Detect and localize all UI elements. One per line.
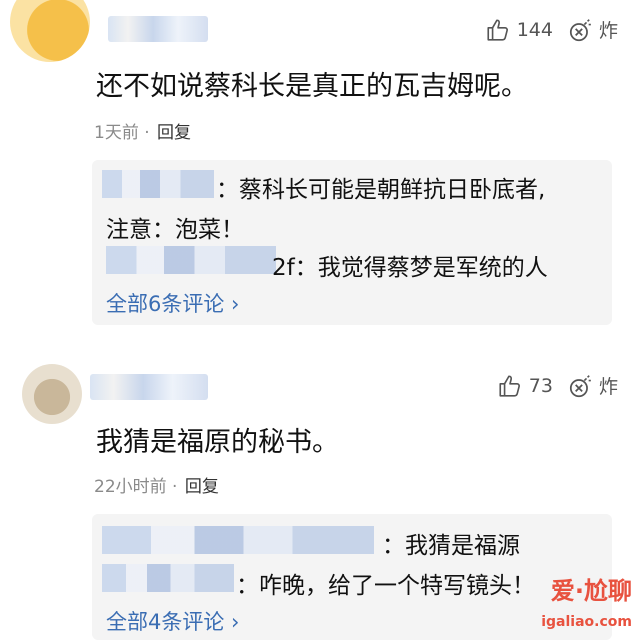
- watermark-url: igaliao.com: [541, 614, 632, 630]
- reply-text: ：我猜是福源: [382, 533, 520, 559]
- reply-user-blurred[interactable]: [102, 170, 214, 198]
- meta-separator: ·: [144, 123, 150, 143]
- like-count: 144: [516, 18, 553, 41]
- reply-button[interactable]: 回复: [185, 477, 219, 497]
- like-button[interactable]: 73: [497, 373, 553, 399]
- site-watermark: 爱·尬聊 igaliao.com: [490, 570, 640, 640]
- thumbs-up-icon: [499, 374, 520, 397]
- user-avatar[interactable]: [22, 364, 82, 424]
- expand-replies-link[interactable]: 全部4条评论 ›: [106, 606, 239, 636]
- react-button[interactable]: 炸: [567, 16, 618, 43]
- reply-button[interactable]: 回复: [157, 123, 191, 143]
- comment-time: 22小时前: [94, 477, 167, 497]
- comment-meta: 1天前 · 回复: [94, 118, 191, 143]
- react-label: 炸: [598, 20, 618, 42]
- user-avatar[interactable]: [10, 0, 90, 62]
- bomb-icon: [569, 374, 591, 397]
- username-blurred[interactable]: [108, 16, 208, 42]
- comment-text: 还不如说蔡科长是真正的瓦吉姆呢。: [96, 71, 528, 102]
- like-button[interactable]: 144: [485, 17, 553, 43]
- reply-text: 2f：我觉得蔡梦是军统的人: [272, 255, 548, 281]
- reply-box[interactable]: ：蔡科长可能是朝鲜抗日卧底者, 注意：泡菜！ 2f：我觉得蔡梦是军统的人 全部6…: [92, 160, 612, 325]
- bomb-icon: [569, 18, 591, 41]
- comment-1: 144 炸 还不如说蔡科长是真正的瓦吉姆呢。 1天前 · 回复 ：蔡科长可能是朝…: [0, 0, 640, 335]
- reply-user-blurred[interactable]: [106, 246, 276, 274]
- username-blurred[interactable]: [90, 374, 208, 400]
- reply-user-blurred[interactable]: [102, 564, 234, 592]
- comment-text: 我猜是福原的秘书。: [96, 427, 339, 458]
- reply-text: ：蔡科长可能是朝鲜抗日卧底者,: [216, 177, 546, 203]
- comment-meta: 22小时前 · 回复: [94, 472, 219, 497]
- meta-separator: ·: [172, 477, 178, 497]
- reply-user-blurred[interactable]: [102, 526, 374, 554]
- react-label: 炸: [598, 376, 618, 398]
- reply-text: 注意：泡菜！: [106, 217, 244, 243]
- like-count: 73: [528, 374, 553, 397]
- comment-time: 1天前: [94, 123, 139, 143]
- expand-replies-link[interactable]: 全部6条评论 ›: [106, 288, 239, 318]
- comment-actions: 144 炸: [485, 16, 618, 43]
- thumbs-up-icon: [487, 18, 508, 41]
- react-button[interactable]: 炸: [567, 372, 618, 399]
- comment-actions: 73 炸: [497, 372, 618, 399]
- watermark-text: 爱·尬聊: [550, 577, 632, 605]
